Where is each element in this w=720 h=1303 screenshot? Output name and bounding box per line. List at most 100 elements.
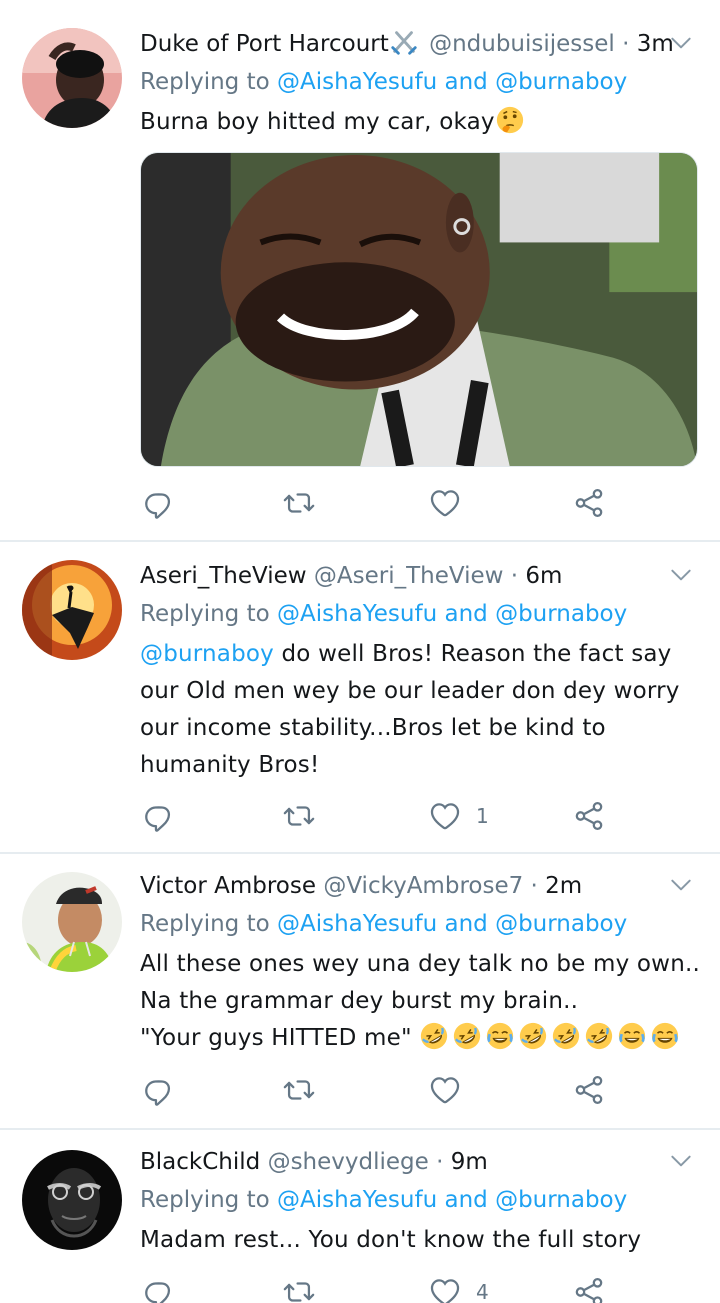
retweet-button[interactable] bbox=[282, 483, 316, 523]
reply-and: and bbox=[444, 601, 488, 627]
like-count: 4 bbox=[476, 1280, 489, 1303]
rofl-icon bbox=[452, 1021, 482, 1051]
retweet-icon bbox=[282, 1275, 316, 1303]
display-name[interactable]: Aseri_TheView bbox=[140, 563, 307, 589]
mention-link[interactable]: @burnaboy bbox=[495, 69, 627, 95]
reply-button[interactable] bbox=[142, 1272, 176, 1303]
reply-icon bbox=[142, 1073, 176, 1107]
mention-link[interactable]: @AishaYesufu bbox=[277, 69, 437, 95]
rofl-icon bbox=[584, 1021, 614, 1051]
reply-and: and bbox=[444, 911, 488, 937]
thinking-face-icon bbox=[495, 105, 525, 135]
tweet[interactable]: Aseri_TheView @Aseri_TheView · 6m Replyi… bbox=[0, 542, 720, 852]
handle[interactable]: @ndubuisijessel bbox=[429, 31, 615, 57]
like-button[interactable] bbox=[428, 1070, 476, 1110]
mention-link[interactable]: @AishaYesufu bbox=[277, 601, 437, 627]
chevron-down-icon[interactable] bbox=[668, 562, 694, 588]
tweet-actions bbox=[140, 483, 620, 523]
rofl-icon bbox=[518, 1021, 548, 1051]
mention-link[interactable]: @burnaboy bbox=[495, 1187, 627, 1213]
share-icon bbox=[572, 486, 606, 520]
retweet-button[interactable] bbox=[282, 1272, 316, 1303]
tweet[interactable]: Duke of Port Harcourt @ndubuisijessel · … bbox=[0, 0, 720, 540]
tweet-image[interactable] bbox=[140, 152, 698, 467]
tweet-actions bbox=[140, 1070, 620, 1110]
replying-to: Replying to @AishaYesufu and @burnaboy bbox=[140, 596, 700, 632]
share-button[interactable] bbox=[572, 1272, 606, 1303]
share-button[interactable] bbox=[572, 483, 606, 523]
reply-prefix: Replying to bbox=[140, 69, 270, 95]
like-button[interactable]: 1 bbox=[428, 796, 489, 836]
reply-prefix: Replying to bbox=[140, 911, 270, 937]
heart-icon bbox=[428, 486, 462, 520]
handle[interactable]: @Aseri_TheView bbox=[314, 563, 504, 589]
timestamp[interactable]: 9m bbox=[451, 1149, 488, 1175]
replying-to: Replying to @AishaYesufu and @burnaboy bbox=[140, 1182, 700, 1218]
retweet-icon bbox=[282, 799, 316, 833]
like-button[interactable]: 4 bbox=[428, 1272, 489, 1303]
tweet-text-content: "Your guys HITTED me" bbox=[140, 1025, 412, 1051]
retweet-button[interactable] bbox=[282, 1070, 316, 1110]
display-name[interactable]: Duke of Port Harcourt bbox=[140, 31, 389, 57]
retweet-button[interactable] bbox=[282, 796, 316, 836]
like-button[interactable] bbox=[428, 483, 476, 523]
share-icon bbox=[572, 799, 606, 833]
tweet-text-line: "Your guys HITTED me" bbox=[140, 1020, 700, 1057]
retweet-icon bbox=[282, 486, 316, 520]
reply-prefix: Replying to bbox=[140, 1187, 270, 1213]
replying-to: Replying to @AishaYesufu and @burnaboy bbox=[140, 906, 700, 942]
mention-link[interactable]: @AishaYesufu bbox=[277, 911, 437, 937]
handle[interactable]: @VickyAmbrose7 bbox=[323, 873, 523, 899]
chevron-down-icon[interactable] bbox=[668, 872, 694, 898]
mention-link[interactable]: @burnaboy bbox=[495, 911, 627, 937]
separator-dot: · bbox=[622, 31, 630, 57]
chevron-down-icon[interactable] bbox=[668, 30, 694, 56]
separator-dot: · bbox=[510, 563, 519, 589]
avatar[interactable] bbox=[22, 1150, 122, 1250]
reply-button[interactable] bbox=[142, 796, 176, 836]
reply-icon bbox=[142, 486, 176, 520]
tweet-text-content: Burna boy hitted my car, okay bbox=[140, 109, 495, 135]
reply-button[interactable] bbox=[142, 483, 176, 523]
mention-link[interactable]: @burnaboy bbox=[140, 641, 274, 667]
crossed-swords-icon bbox=[389, 27, 419, 57]
tweet-header: BlackChild @shevydliege · 9m bbox=[140, 1144, 700, 1180]
reply-and: and bbox=[444, 1187, 488, 1213]
tears-of-joy-icon bbox=[485, 1021, 515, 1051]
heart-icon bbox=[428, 1073, 462, 1107]
display-name[interactable]: Victor Ambrose bbox=[140, 873, 316, 899]
tweet-text-line: Na the grammar dey burst my brain.. bbox=[140, 988, 579, 1014]
timestamp[interactable]: 6m bbox=[525, 563, 562, 589]
separator-dot: · bbox=[436, 1149, 444, 1175]
mention-link[interactable]: @burnaboy bbox=[495, 601, 627, 627]
rofl-icon bbox=[551, 1021, 581, 1051]
mention-link[interactable]: @AishaYesufu bbox=[277, 1187, 437, 1213]
replying-to: Replying to @AishaYesufu and @burnaboy bbox=[140, 64, 700, 100]
share-icon bbox=[572, 1073, 606, 1107]
tweet-text: Madam rest... You don't know the full st… bbox=[140, 1222, 700, 1259]
rofl-icon bbox=[419, 1021, 449, 1051]
reply-button[interactable] bbox=[142, 1070, 176, 1110]
separator-dot: · bbox=[530, 873, 538, 899]
avatar[interactable] bbox=[22, 560, 122, 660]
tweet-text: @burnaboy do well Bros! Reason the fact … bbox=[140, 636, 700, 784]
handle[interactable]: @shevydliege bbox=[268, 1149, 429, 1175]
reply-icon bbox=[142, 799, 176, 833]
share-button[interactable] bbox=[572, 796, 606, 836]
timestamp[interactable]: 2m bbox=[545, 873, 582, 899]
share-button[interactable] bbox=[572, 1070, 606, 1110]
heart-icon bbox=[428, 1275, 462, 1303]
tweet-text-line: All these ones wey una dey talk no be my… bbox=[140, 951, 700, 977]
reply-prefix: Replying to bbox=[140, 601, 270, 627]
display-name[interactable]: BlackChild bbox=[140, 1149, 260, 1175]
avatar[interactable] bbox=[22, 28, 122, 128]
chevron-down-icon[interactable] bbox=[668, 1148, 694, 1174]
avatar[interactable] bbox=[22, 872, 122, 972]
reply-icon bbox=[142, 1275, 176, 1303]
tweet[interactable]: BlackChild @shevydliege · 9m Replying to… bbox=[0, 1130, 720, 1303]
tweet[interactable]: Victor Ambrose @VickyAmbrose7 · 2m Reply… bbox=[0, 854, 720, 1128]
tweet-header: Duke of Port Harcourt @ndubuisijessel · … bbox=[140, 26, 700, 62]
tears-of-joy-icon bbox=[650, 1021, 680, 1051]
share-icon bbox=[572, 1275, 606, 1303]
tweet-actions: 4 bbox=[140, 1272, 620, 1303]
